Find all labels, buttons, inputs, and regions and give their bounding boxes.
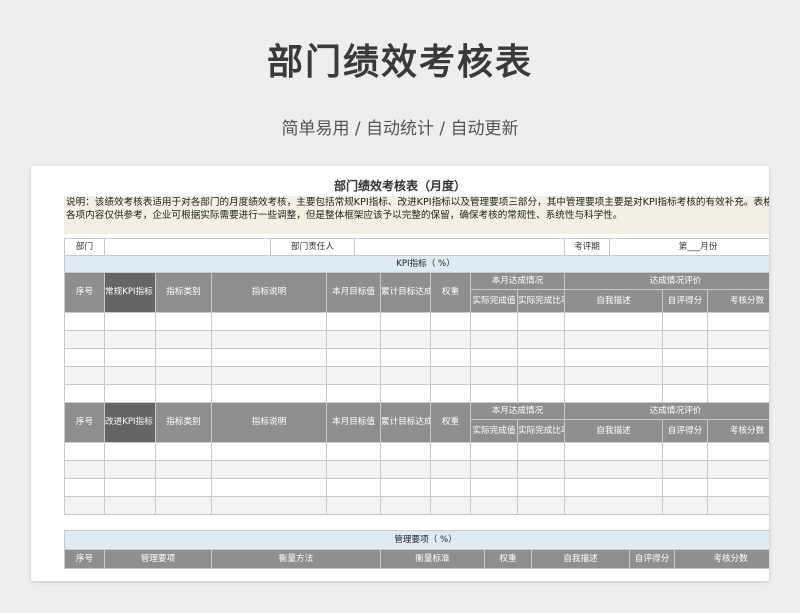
table-row (64, 312, 769, 331)
manager-label: 部门责任人 (270, 238, 355, 256)
kpi-col-self-score: 自评得分 (662, 289, 708, 313)
kpi2-col-target: 本月目标值 (326, 402, 381, 443)
kpi2-col-explain: 指标说明 (211, 402, 327, 443)
table-row (64, 478, 769, 497)
mgmt-col-self-desc: 自我描述 (531, 549, 630, 569)
page-subtitle: 简单易用 / 自动统计 / 自动更新 (281, 119, 519, 139)
kpi2-col-category: 指标类别 (155, 402, 212, 443)
kpi-col-category: 指标类别 (155, 272, 212, 313)
mgmt-table: 管理要项（ %） 序号 管理要项 衡量方法 衡量标准 权重 自我描述 自评得分 … (63, 530, 769, 569)
period-value[interactable]: 第___月份 (609, 238, 769, 256)
mgmt-col-seq: 序号 (64, 549, 105, 569)
sheet-title: 部门绩效考核表（月度） (333, 179, 466, 193)
kpi2-col-cum-rate: 累计目标达成比率 (380, 402, 431, 443)
kpi2-col-eval-group: 达成情况评价 (564, 402, 769, 420)
kpi-col-actual: 实际完成值 (470, 289, 518, 313)
kpi-table: KPI指标（ %） 序号 常规KPI指标（ %） 指标类别 指标说明 本月目标值… (64, 255, 769, 515)
kpi-col-audit-score: 考核分数 (707, 289, 769, 313)
kpi2-col-actual-rate: 实际完成比率（%） (517, 419, 565, 443)
kpi-col-regular: 常规KPI指标（ %） (104, 272, 156, 313)
kpi-col-month-group: 本月达成情况 (470, 272, 565, 290)
kpi-col-self-desc: 自我描述 (564, 289, 663, 313)
mgmt-col-self-score: 自评得分 (629, 549, 675, 569)
table-row (64, 348, 769, 367)
kpi-col-seq: 序号 (64, 272, 105, 313)
kpi2-col-self-desc: 自我描述 (564, 419, 663, 443)
kpi2-col-month-group: 本月达成情况 (470, 402, 565, 420)
table-row (64, 366, 769, 385)
mgmt-col-item: 管理要项 (104, 549, 212, 569)
table-row (64, 442, 769, 461)
dept-cell[interactable] (104, 238, 271, 256)
kpi-col-eval-group: 达成情况评价 (564, 272, 769, 290)
kpi-col-target: 本月目标值 (326, 272, 381, 313)
page-title: 部门绩效考核表 (266, 42, 533, 83)
kpi-col-explain: 指标说明 (211, 272, 327, 313)
table-row (64, 496, 769, 515)
spreadsheet-preview: 部门绩效考核表（月度） 说明：该绩效考核表适用于对各部门的月度绩效考核，主要包括… (31, 166, 769, 581)
info-table: 部门 部门责任人 考评期 第___月份 (64, 238, 769, 256)
sheet-description: 说明：该绩效考核表适用于对各部门的月度绩效考核，主要包括常规KPI指标、改进KP… (64, 196, 769, 234)
period-label: 考评期 (564, 238, 610, 256)
mgmt-col-audit-score: 考核分数 (673, 549, 769, 569)
mgmt-section-title: 管理要项（ %） (63, 530, 769, 550)
kpi2-col-weight: 权重 (430, 402, 471, 443)
kpi2-col-improve: 改进KPI指标（ %） (104, 402, 156, 443)
mgmt-col-standard: 衡量标准 (380, 549, 485, 569)
mgmt-col-method: 衡量方法 (211, 549, 381, 569)
table-row (64, 384, 769, 403)
kpi-col-weight: 权重 (430, 272, 471, 313)
kpi-col-actual-rate: 实际完成比率（%） (517, 289, 565, 313)
dept-label: 部门 (64, 238, 105, 256)
manager-cell[interactable] (354, 238, 565, 256)
kpi2-col-self-score: 自评得分 (662, 419, 708, 443)
kpi2-col-audit-score: 考核分数 (707, 419, 769, 443)
table-row (64, 460, 769, 479)
kpi-col-cum-rate: 累计目标达成比率 (380, 272, 431, 313)
table-row (64, 330, 769, 349)
kpi-section-title: KPI指标（ %） (64, 255, 769, 273)
kpi2-col-seq: 序号 (64, 402, 105, 443)
kpi2-col-actual: 实际完成值 (470, 419, 518, 443)
mgmt-col-weight: 权重 (484, 549, 532, 569)
